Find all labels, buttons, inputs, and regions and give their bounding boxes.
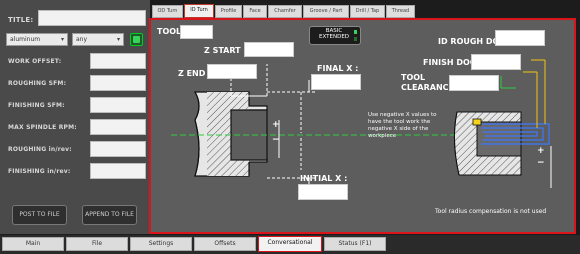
plus-label-right: + [537,146,545,156]
tab-drill-tap[interactable]: Drill / Tap [350,5,385,18]
tab-face[interactable]: Face [243,5,267,18]
roughing-feed-label: ROUGHING in/rev: [8,146,72,153]
tab-chamfer[interactable]: Chamfer [268,5,302,18]
id-rough-doc-input[interactable] [495,30,545,46]
finishing-sfm-input[interactable] [90,97,146,113]
roughing-feed-input[interactable] [90,141,146,157]
workpiece-left [193,91,268,177]
tab-id-turn[interactable]: ID Turn [184,4,214,18]
finish-doc-input[interactable] [471,54,521,70]
max-spindle-rpm-label: MAX SPINDLE RPM: [8,124,77,131]
clearance-lines [500,76,516,89]
z-start-label: Z START : [204,46,247,55]
initial-x-label: INITIAL X : [300,174,348,183]
basic-extended-toggle[interactable]: BASIC EXTENDED [309,26,361,45]
tab-thread[interactable]: Thread [386,5,415,18]
radius-compensation-note: Tool radius compensation is not used [435,208,547,215]
tab-groove-part[interactable]: Groove / Part [303,5,349,18]
tab-status[interactable]: Status (F1) [324,237,386,251]
plus-label: + [272,120,280,130]
basic-led [354,30,357,34]
tab-od-turn[interactable]: OD Turn [152,5,183,18]
append-to-file-button[interactable]: APPEND TO FILE [82,205,137,225]
final-x-label: FINAL X : [317,64,359,73]
extended-label: EXTENDED [319,34,350,40]
material-select[interactable]: aluminum ▾ [6,33,68,46]
left-panel: TITLE: aluminum ▾ any ▾ WORK OFFSET: ROUGH… [0,0,150,234]
chevron-down-icon: ▾ [116,36,120,43]
tool-input[interactable] [180,25,213,39]
z-end-input[interactable] [207,64,257,79]
roughing-sfm-input[interactable] [90,75,146,91]
tab-profile[interactable]: Profile [215,5,242,18]
extended-led [354,37,357,41]
negative-x-note: Use negative X values to have the tool w… [368,112,437,139]
tab-offsets[interactable]: Offsets [194,237,256,251]
tool-insert [472,118,482,126]
tool-clearance-input[interactable] [449,75,499,91]
post-to-file-button[interactable]: POST TO FILE [12,205,67,225]
work-offset-input[interactable] [90,53,146,69]
title-label: TITLE: [8,16,34,24]
finishing-sfm-label: FINISHING SFM: [8,102,65,109]
final-x-input[interactable] [311,74,361,90]
roughing-sfm-label: ROUGHING SFM: [8,80,67,87]
title-input[interactable] [38,10,146,26]
finishing-feed-label: FINISHING in/rev: [8,168,71,175]
minus-label-right: − [537,158,545,168]
work-offset-label: WORK OFFSET: [8,58,62,65]
finishing-feed-input[interactable] [90,163,146,179]
doc-guide-lines [523,59,546,128]
id-turn-panel: TOOL : BASIC EXTENDED Z START : Z END : … [149,18,576,234]
tab-conversational[interactable]: Conversational [258,236,322,252]
tab-main[interactable]: Main [2,237,64,251]
tab-file[interactable]: File [66,237,128,251]
max-spindle-rpm-input[interactable] [90,119,146,135]
status-led[interactable] [130,33,143,46]
units-select[interactable]: any ▾ [72,33,124,46]
tab-settings[interactable]: Settings [130,237,192,251]
minus-label: − [272,135,280,145]
chevron-down-icon: ▾ [60,36,64,43]
z-start-input[interactable] [244,42,294,57]
initial-x-input[interactable] [298,184,348,200]
